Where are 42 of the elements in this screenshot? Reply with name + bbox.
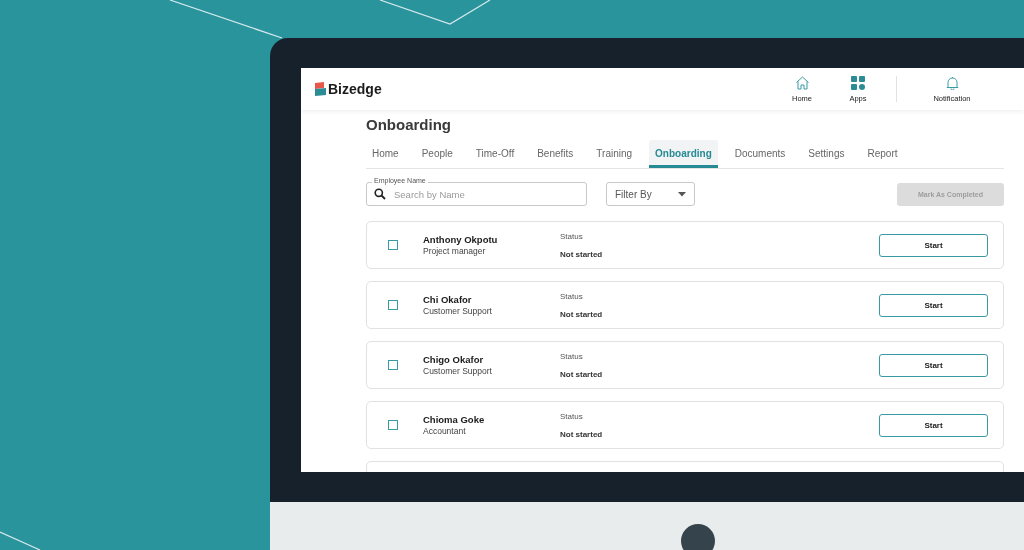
logo-text: Bizedge xyxy=(328,81,382,97)
start-button[interactable]: Start xyxy=(879,353,988,377)
checkbox[interactable] xyxy=(388,300,398,310)
bell-icon xyxy=(945,75,959,90)
status-label: Status xyxy=(560,351,584,361)
checkbox[interactable] xyxy=(388,360,398,370)
start-button[interactable]: Start xyxy=(879,293,988,317)
employee-role: Project manager xyxy=(423,246,487,256)
page-title: Onboarding xyxy=(366,115,452,135)
tab[interactable]: Time-Off xyxy=(469,140,521,168)
status-value: Not started xyxy=(560,309,603,319)
employee-name: Chigo Okafor xyxy=(423,354,485,365)
employee-name: Chi Okafor xyxy=(423,294,473,305)
tab[interactable]: Report xyxy=(861,140,904,168)
apps-grid-icon xyxy=(851,75,865,90)
start-button[interactable]: Start xyxy=(879,413,988,437)
tab[interactable]: Settings xyxy=(802,140,851,168)
tab[interactable]: Home xyxy=(366,140,405,168)
logo-icon xyxy=(315,82,326,96)
tab[interactable]: People xyxy=(415,140,459,168)
employee-role: Customer Support xyxy=(423,306,493,316)
employee-name: Chioma Goke xyxy=(423,414,486,425)
caret-icon xyxy=(678,191,686,197)
employee-role: Customer Support xyxy=(423,366,493,376)
tab[interactable]: Onboarding xyxy=(649,140,718,168)
checkbox[interactable] xyxy=(388,240,398,250)
status-label: Status xyxy=(560,411,584,421)
home-icon xyxy=(794,75,810,90)
status-label: Status xyxy=(560,291,584,301)
status-label: Status xyxy=(560,231,584,241)
checkbox[interactable] xyxy=(388,420,398,430)
status-value: Not started xyxy=(560,369,603,379)
tab[interactable]: Documents xyxy=(728,140,792,168)
status-value: Not started xyxy=(560,249,603,259)
start-button[interactable]: Start xyxy=(879,233,988,257)
filter-dropdown[interactable]: Filter By xyxy=(606,182,695,206)
tab[interactable]: Training xyxy=(590,140,639,168)
status-value: Not started xyxy=(560,429,603,439)
search-icon xyxy=(374,188,386,200)
tab[interactable]: Benefits xyxy=(531,140,580,168)
employee-name: Anthony Okpotu xyxy=(423,234,499,245)
employee-role: Accountant xyxy=(423,426,467,436)
